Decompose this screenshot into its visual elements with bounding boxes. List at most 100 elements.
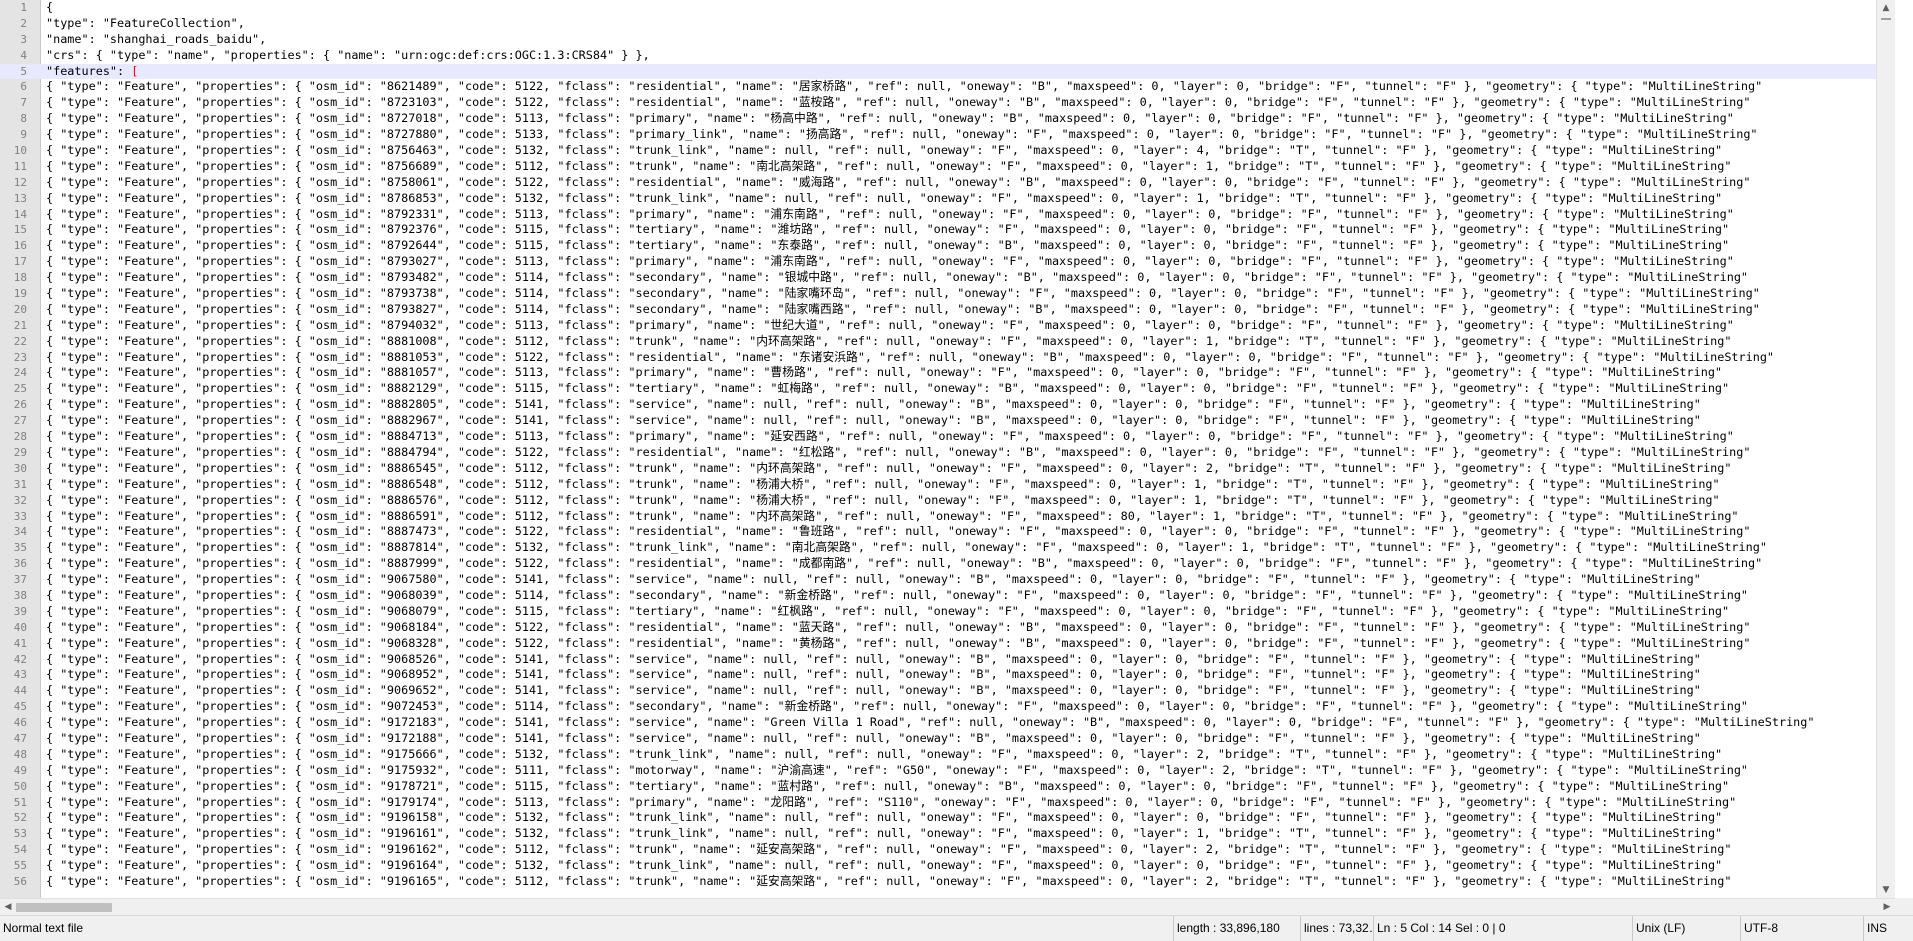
code-line[interactable]: 10 { "type": "Feature", "properties": { "… xyxy=(0,143,1895,159)
status-mode[interactable]: INS xyxy=(1863,916,1913,941)
code-line[interactable]: 40 { "type": "Feature", "properties": { "… xyxy=(0,620,1895,636)
code-line[interactable]: 49 { "type": "Feature", "properties": { "… xyxy=(0,763,1895,779)
code-line[interactable]: 14 { "type": "Feature", "properties": { "… xyxy=(0,207,1895,223)
text-editor[interactable]: 1{2 "type": "FeatureCollection", 3 "name": … xyxy=(0,0,1895,898)
line-text: "name": "shanghai_roads_baidu", xyxy=(46,32,266,48)
code-line[interactable]: 41 { "type": "Feature", "properties": { "… xyxy=(0,636,1895,652)
code-line[interactable]: 15 { "type": "Feature", "properties": { "… xyxy=(0,222,1895,238)
code-line[interactable]: 54 { "type": "Feature", "properties": { "… xyxy=(0,842,1895,858)
line-text: { "type": "Feature", "properties": { "os… xyxy=(46,334,1731,350)
code-line[interactable]: 19 { "type": "Feature", "properties": { "… xyxy=(0,286,1895,302)
code-line[interactable]: 29 { "type": "Feature", "properties": { "… xyxy=(0,445,1895,461)
code-line[interactable]: 11 { "type": "Feature", "properties": { "… xyxy=(0,159,1895,175)
code-line[interactable]: 4 "crs": { "type": "name", "properties": … xyxy=(0,48,1895,64)
line-content: "features": xyxy=(46,63,132,78)
code-line[interactable]: 23 { "type": "Feature", "properties": { "… xyxy=(0,350,1895,366)
line-number: 19 xyxy=(13,287,27,301)
code-line[interactable]: 38 { "type": "Feature", "properties": { "… xyxy=(0,588,1895,604)
line-text: { "type": "Feature", "properties": { "os… xyxy=(46,175,1750,191)
code-line[interactable]: 47 { "type": "Feature", "properties": { "… xyxy=(0,731,1895,747)
code-line[interactable]: 43 { "type": "Feature", "properties": { "… xyxy=(0,667,1895,683)
line-text: { "type": "Feature", "properties": { "os… xyxy=(46,524,1750,540)
line-number: 36 xyxy=(13,557,27,571)
code-line[interactable]: 50 { "type": "Feature", "properties": { "… xyxy=(0,779,1895,795)
code-line[interactable]: 53 { "type": "Feature", "properties": { "… xyxy=(0,826,1895,842)
status-eol[interactable]: Unix (LF) xyxy=(1632,916,1743,941)
line-text: { "type": "Feature", "properties": { "os… xyxy=(46,397,1701,413)
code-line[interactable]: 51 { "type": "Feature", "properties": { "… xyxy=(0,795,1895,811)
line-number: 30 xyxy=(13,461,27,475)
line-text: { "type": "Feature", "properties": { "os… xyxy=(46,207,1734,223)
line-content: { "type": "Feature", "properties": { "os… xyxy=(46,254,1734,269)
code-line[interactable]: 22 { "type": "Feature", "properties": { "… xyxy=(0,334,1895,350)
arrow-down-icon[interactable]: ▼ xyxy=(1877,882,1895,898)
code-line[interactable]: 21 { "type": "Feature", "properties": { "… xyxy=(0,318,1895,334)
horizontal-scrollbar[interactable]: ◀ ▶ xyxy=(0,898,1895,916)
line-content: { "type": "Feature", "properties": { "os… xyxy=(46,127,1758,142)
line-text: { "type": "Feature", "properties": { "os… xyxy=(46,604,1729,620)
code-line[interactable]: 42 { "type": "Feature", "properties": { "… xyxy=(0,652,1895,668)
vertical-scroll-thumb[interactable] xyxy=(1881,18,1891,20)
code-line[interactable]: 52 { "type": "Feature", "properties": { "… xyxy=(0,810,1895,826)
status-encoding[interactable]: UTF-8 xyxy=(1740,916,1866,941)
line-content: { "type": "Feature", "properties": { "os… xyxy=(46,79,1763,94)
code-line[interactable]: 36 { "type": "Feature", "properties": { "… xyxy=(0,556,1895,572)
code-line[interactable]: 39 { "type": "Feature", "properties": { "… xyxy=(0,604,1895,620)
code-line[interactable]: 3 "name": "shanghai_roads_baidu", xyxy=(0,32,1895,48)
code-line[interactable]: 27 { "type": "Feature", "properties": { "… xyxy=(0,413,1895,429)
line-content: { "type": "Feature", "properties": { "os… xyxy=(46,349,1775,364)
code-line[interactable]: 9 { "type": "Feature", "properties": { "o… xyxy=(0,127,1895,143)
code-line[interactable]: 1{ xyxy=(0,0,1895,16)
line-number: 15 xyxy=(13,223,27,237)
code-line[interactable]: 32 { "type": "Feature", "properties": { "… xyxy=(0,493,1895,509)
line-number: 4 xyxy=(20,48,27,62)
line-number: 35 xyxy=(13,541,27,555)
code-line[interactable]: 33 { "type": "Feature", "properties": { "… xyxy=(0,509,1895,525)
code-line[interactable]: 55 { "type": "Feature", "properties": { "… xyxy=(0,858,1895,874)
code-line[interactable]: 44 { "type": "Feature", "properties": { "… xyxy=(0,683,1895,699)
line-text: { "type": "Feature", "properties": { "os… xyxy=(46,588,1748,604)
code-line[interactable]: 8 { "type": "Feature", "properties": { "o… xyxy=(0,111,1895,127)
arrow-left-icon[interactable]: ◀ xyxy=(0,899,16,916)
code-line[interactable]: 2 "type": "FeatureCollection", xyxy=(0,16,1895,32)
code-line[interactable]: 46 { "type": "Feature", "properties": { "… xyxy=(0,715,1895,731)
code-line[interactable]: 28 { "type": "Feature", "properties": { "… xyxy=(0,429,1895,445)
arrow-up-icon[interactable]: ▲ xyxy=(1877,0,1895,16)
code-line[interactable]: 30 { "type": "Feature", "properties": { "… xyxy=(0,461,1895,477)
code-line[interactable]: 35 { "type": "Feature", "properties": { "… xyxy=(0,540,1895,556)
line-number: 17 xyxy=(13,255,27,269)
code-line[interactable]: 48 { "type": "Feature", "properties": { "… xyxy=(0,747,1895,763)
line-content: { xyxy=(46,0,54,14)
vertical-scrollbar[interactable]: ▲ ▼ xyxy=(1876,0,1895,898)
code-line[interactable]: 25 { "type": "Feature", "properties": { "… xyxy=(0,381,1895,397)
line-number: 47 xyxy=(13,731,27,745)
code-line[interactable]: 16 { "type": "Feature", "properties": { "… xyxy=(0,238,1895,254)
code-line[interactable]: 6 { "type": "Feature", "properties": { "o… xyxy=(0,79,1895,95)
line-number: 16 xyxy=(13,239,27,253)
line-content: { "type": "Feature", "properties": { "os… xyxy=(46,699,1749,714)
text-area[interactable]: 1{2 "type": "FeatureCollection", 3 "name": … xyxy=(0,0,1895,890)
code-line[interactable]: 26 { "type": "Feature", "properties": { "… xyxy=(0,397,1895,413)
line-text: { "type": "Feature", "properties": { "os… xyxy=(46,318,1734,334)
code-line[interactable]: 37 { "type": "Feature", "properties": { "… xyxy=(0,572,1895,588)
line-number: 29 xyxy=(13,445,27,459)
code-line[interactable]: 56 { "type": "Feature", "properties": { "… xyxy=(0,874,1895,890)
code-line[interactable]: 31 { "type": "Feature", "properties": { "… xyxy=(0,477,1895,493)
horizontal-scroll-thumb[interactable] xyxy=(16,903,112,912)
code-line[interactable]: 24 { "type": "Feature", "properties": { "… xyxy=(0,365,1895,381)
code-line[interactable]: 18 { "type": "Feature", "properties": { "… xyxy=(0,270,1895,286)
code-line[interactable]: 45 { "type": "Feature", "properties": { "… xyxy=(0,699,1895,715)
line-number: 5 xyxy=(20,64,27,78)
arrow-right-icon[interactable]: ▶ xyxy=(1879,899,1895,916)
line-content: { "type": "Feature", "properties": { "os… xyxy=(46,842,1732,857)
code-line[interactable]: 34 { "type": "Feature", "properties": { "… xyxy=(0,524,1895,540)
line-number: 44 xyxy=(13,684,27,698)
current-code-line[interactable]: 5 "features": [ xyxy=(0,63,1895,80)
code-line[interactable]: 12 { "type": "Feature", "properties": { "… xyxy=(0,175,1895,191)
line-text: { "type": "Feature", "properties": { "os… xyxy=(46,238,1729,254)
code-line[interactable]: 13 { "type": "Feature", "properties": { "… xyxy=(0,191,1895,207)
line-content: { "type": "Feature", "properties": { "os… xyxy=(46,603,1730,618)
code-line[interactable]: 17 { "type": "Feature", "properties": { "… xyxy=(0,254,1895,270)
code-line[interactable]: 20 { "type": "Feature", "properties": { "… xyxy=(0,302,1895,318)
code-line[interactable]: 7 { "type": "Feature", "properties": { "o… xyxy=(0,95,1895,111)
